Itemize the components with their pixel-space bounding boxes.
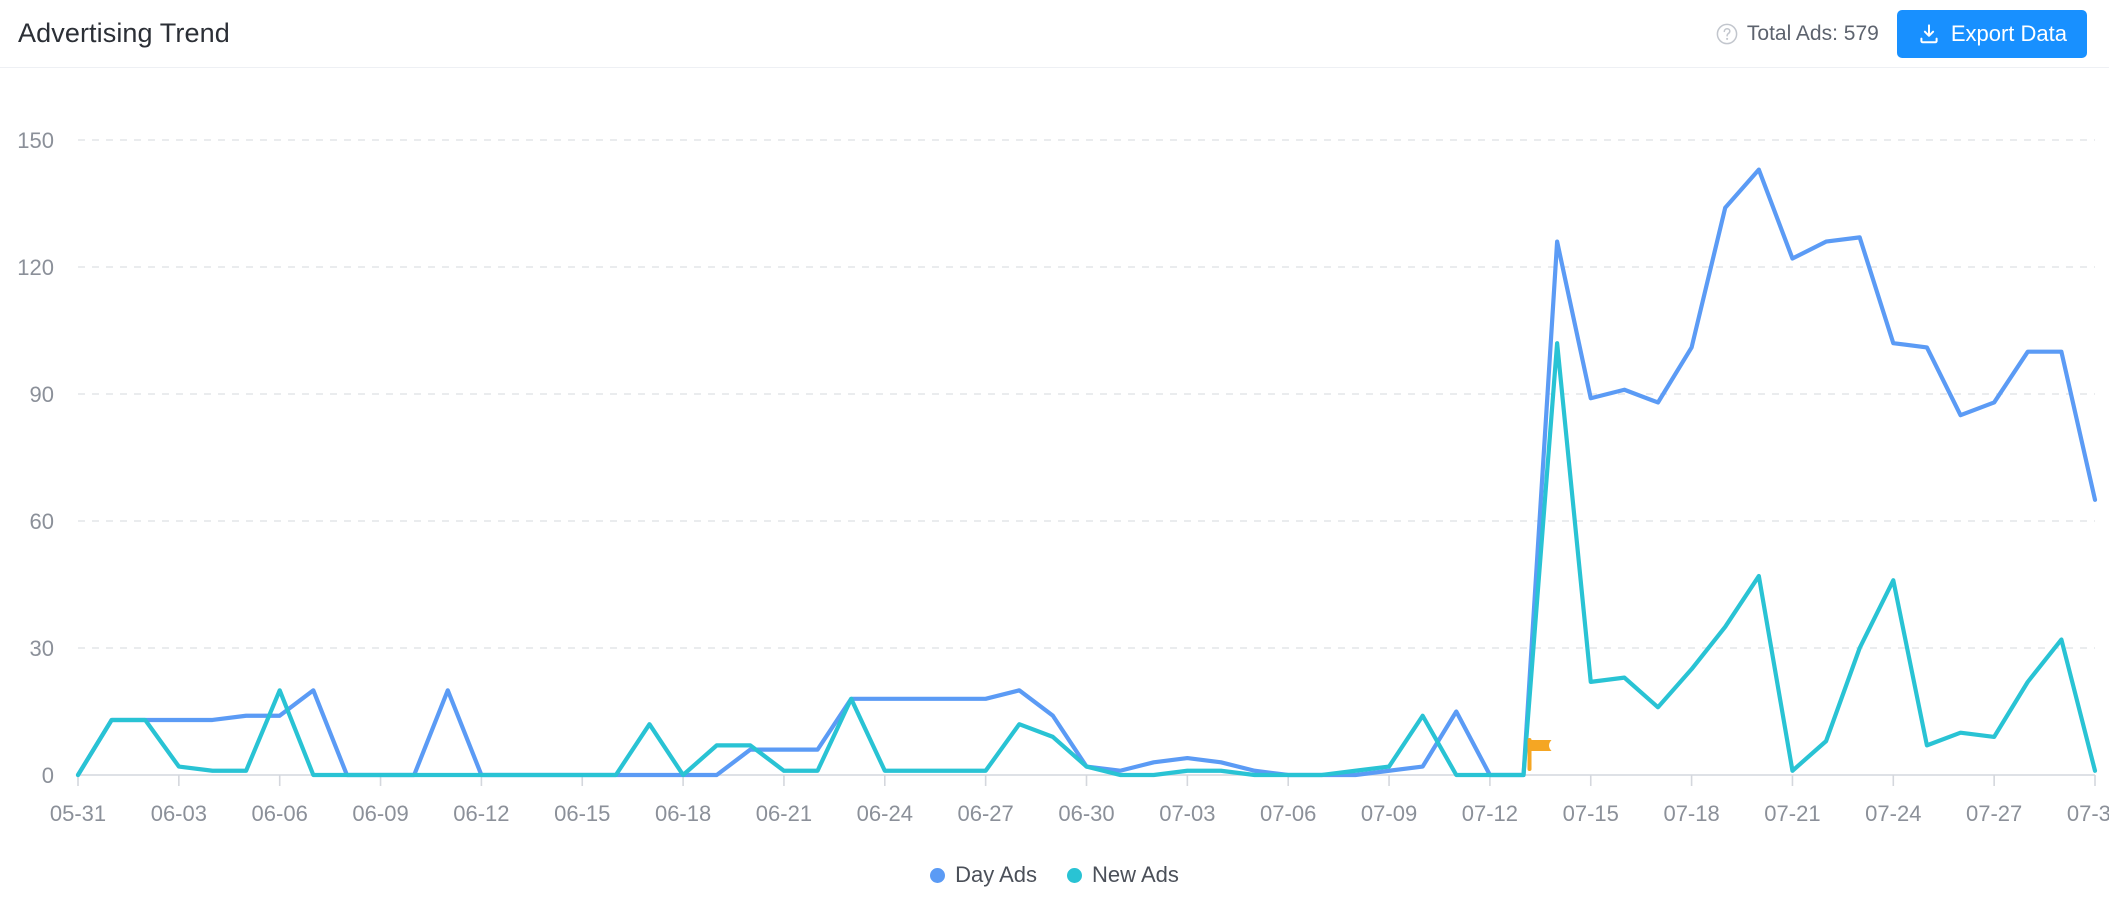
y-axis-tick-label: 120 xyxy=(17,255,54,280)
y-axis-tick-label: 30 xyxy=(30,636,54,661)
x-axis-tick-label: 07-18 xyxy=(1663,801,1719,826)
y-axis-tick-label: 0 xyxy=(42,763,54,788)
y-axis-tick-label: 90 xyxy=(30,382,54,407)
grid-layer xyxy=(78,139,2095,649)
chart-legend: Day Ads New Ads xyxy=(0,862,2109,888)
legend-color-dot xyxy=(1067,867,1083,883)
x-axis-tick-label: 06-06 xyxy=(252,801,308,826)
x-axis-tick-label: 06-21 xyxy=(756,801,812,826)
x-axis-tick-label: 07-21 xyxy=(1764,801,1820,826)
x-axis-tick-label: 07-15 xyxy=(1563,801,1619,826)
download-icon xyxy=(1917,22,1941,46)
x-axis-tick-label: 05-31 xyxy=(50,801,106,826)
header-actions: Total Ads: 579 Export Data xyxy=(1716,9,2087,58)
x-axis-tick-label: 07-09 xyxy=(1361,801,1417,826)
series-layer xyxy=(75,167,2098,778)
x-axis-tick-label: 06-03 xyxy=(151,801,207,826)
x-axis-tick-label: 07-30 xyxy=(2067,801,2109,826)
series-line-new-ads xyxy=(75,341,2098,778)
x-axis-tick-label: 06-12 xyxy=(453,801,509,826)
x-axis-tick-label: 06-18 xyxy=(655,801,711,826)
question-circle-icon[interactable] xyxy=(1716,23,1738,45)
x-axis-tick-label: 07-27 xyxy=(1966,801,2022,826)
x-axis-tick-label: 06-27 xyxy=(958,801,1014,826)
panel-header: Advertising Trend Total Ads: 579 Export … xyxy=(0,0,2109,68)
x-axis-tick-label: 07-12 xyxy=(1462,801,1518,826)
x-axis-tick-label: 07-03 xyxy=(1159,801,1215,826)
y-axis-tick-label: 60 xyxy=(30,509,54,534)
y-axis-tick-label: 150 xyxy=(17,128,54,153)
legend-color-dot xyxy=(930,867,946,883)
x-axis-tick-label: 07-06 xyxy=(1260,801,1316,826)
flag-banner xyxy=(1531,740,1552,751)
chart-canvas: 0306090120150 05-31 06-03 06-06 06-09 06-12 0… xyxy=(17,128,2109,826)
advertising-trend-panel: Advertising Trend Total Ads: 579 Export … xyxy=(0,0,2109,910)
legend-label: New Ads xyxy=(1092,862,1179,887)
legend-item-day-ads[interactable]: Day Ads xyxy=(930,862,1037,888)
x-axis-tick-label: 06-30 xyxy=(1058,801,1114,826)
export-data-button[interactable]: Export Data xyxy=(1896,9,2087,58)
y-axis-labels: 0 30 60 90 120 150 xyxy=(17,128,54,788)
total-ads-label: Total Ads: 579 xyxy=(1746,21,1879,45)
x-axis-tick-label: 06-09 xyxy=(352,801,408,826)
x-axis-tick-label: 07-24 xyxy=(1865,801,1921,826)
page-title: Advertising Trend xyxy=(18,18,230,48)
advertising-trend-chart[interactable]: 0 30 60 90 120 150 05-31 06-03 06-06 06-09 06-12 0… xyxy=(0,68,2109,910)
flag-marker-layer xyxy=(1527,738,1552,771)
legend-item-new-ads[interactable]: New Ads xyxy=(1067,862,1179,888)
x-axis-tick-label: 06-15 xyxy=(554,801,610,826)
x-axis-tick-label: 06-24 xyxy=(857,801,913,826)
export-data-label: Export Data xyxy=(1950,20,2067,46)
total-ads-summary: Total Ads: 579 xyxy=(1716,22,1879,46)
series-line-day-ads xyxy=(75,167,2098,778)
legend-label: Day Ads xyxy=(955,862,1038,887)
flag-icon[interactable] xyxy=(1527,738,1552,771)
x-axis-labels: 05-31 06-03 06-06 06-09 06-12 06-15 06-18 06-21… xyxy=(50,801,2109,826)
